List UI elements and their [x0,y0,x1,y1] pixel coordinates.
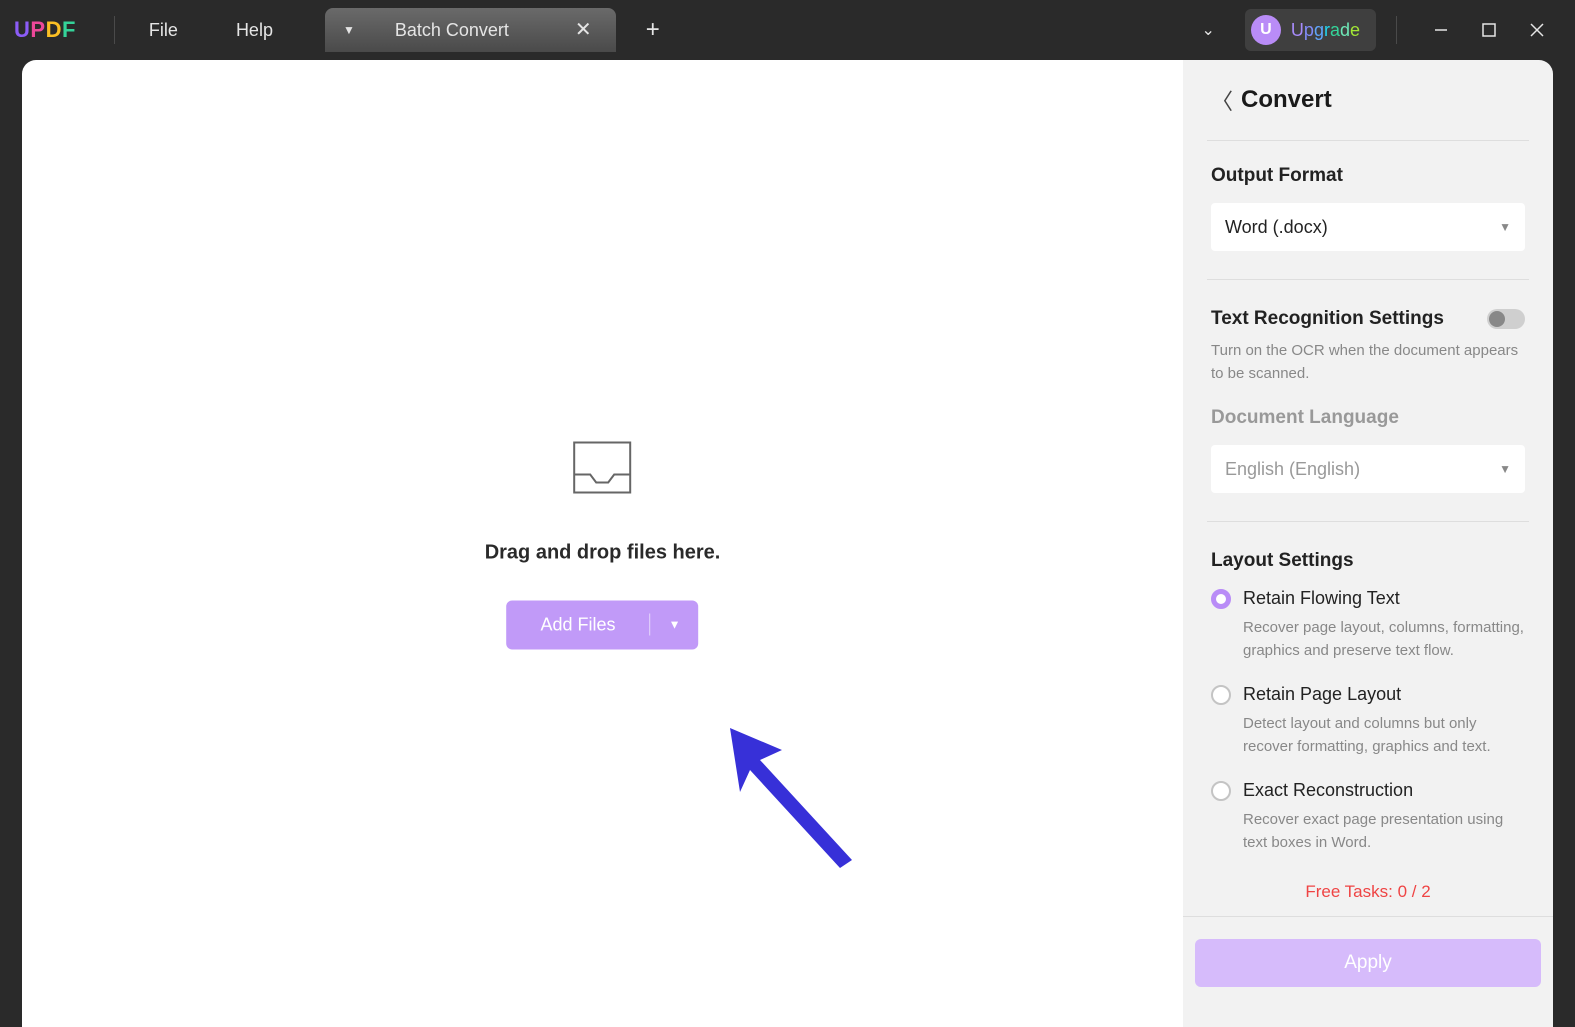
chevron-down-icon: ▼ [1499,462,1511,476]
apply-bar: Apply [1183,916,1553,1009]
output-format-select[interactable]: Word (.docx) ▼ [1211,203,1525,251]
output-format-label: Output Format [1211,165,1525,187]
menu-file[interactable]: File [135,14,192,47]
ocr-toggle[interactable] [1487,309,1525,329]
divider [1207,279,1529,280]
apply-button[interactable]: Apply [1195,939,1541,987]
free-tasks-counter: Free Tasks: 0 / 2 [1211,882,1525,902]
radio-desc: Recover page layout, columns, formatting… [1243,617,1525,662]
radio-desc: Recover exact page presentation using te… [1243,809,1525,854]
radio-desc: Detect layout and columns but only recov… [1243,713,1525,758]
minimize-button[interactable] [1417,12,1465,48]
radio-label: Exact Reconstruction [1243,780,1413,801]
divider [1207,140,1529,141]
ocr-label: Text Recognition Settings [1211,308,1444,330]
maximize-icon [1482,23,1496,37]
tab-label: Batch Convert [395,20,509,41]
convert-panel: 〈 Convert Output Format Word (.docx) ▼ T… [1183,60,1553,1027]
radio-retain-page-layout[interactable]: Retain Page Layout [1211,684,1525,705]
ocr-hint: Turn on the OCR when the document appear… [1211,340,1525,385]
radio-label: Retain Page Layout [1243,684,1401,705]
doc-language-value: English (English) [1225,459,1360,480]
inbox-icon [570,438,634,496]
toggle-knob [1489,311,1505,327]
titlebar: UPDF File Help ▼ Batch Convert ✕ + ⌄ U U… [0,0,1575,60]
drop-text: Drag and drop files here. [485,541,721,564]
panel-title: Convert [1241,86,1332,114]
output-format-value: Word (.docx) [1225,217,1328,238]
chevron-down-icon[interactable]: ▼ [343,23,355,37]
radio-label: Retain Flowing Text [1243,588,1400,609]
close-icon [1530,23,1544,37]
radio-retain-flowing-text[interactable]: Retain Flowing Text [1211,588,1525,609]
radio-icon [1211,685,1231,705]
chevron-down-icon[interactable]: ▼ [651,604,699,646]
divider [1207,521,1529,522]
chevron-down-icon[interactable]: ⌄ [1202,20,1215,40]
minimize-icon [1434,23,1448,37]
add-tab-button[interactable]: + [646,16,660,44]
add-files-label: Add Files [507,600,650,649]
cursor-arrow-icon [722,720,862,870]
chevron-down-icon: ▼ [1499,220,1511,234]
drop-zone: Drag and drop files here. Add Files ▼ [485,438,721,649]
app-logo: UPDF [14,17,76,43]
doc-language-label: Document Language [1211,407,1525,429]
upgrade-label: Upgrade [1291,20,1360,41]
doc-language-select[interactable]: English (English) ▼ [1211,445,1525,493]
back-button[interactable]: 〈 [1211,84,1233,116]
drop-canvas[interactable]: Drag and drop files here. Add Files ▼ [22,60,1183,1027]
add-files-button[interactable]: Add Files ▼ [507,600,699,649]
divider [114,16,115,44]
menu-help[interactable]: Help [222,14,287,47]
radio-icon [1211,589,1231,609]
radio-icon [1211,781,1231,801]
layout-settings-label: Layout Settings [1211,550,1525,572]
close-button[interactable] [1513,12,1561,48]
upgrade-badge: U [1251,15,1281,45]
maximize-button[interactable] [1465,12,1513,48]
close-icon[interactable]: ✕ [569,18,598,42]
upgrade-button[interactable]: U Upgrade [1245,9,1376,51]
radio-exact-reconstruction[interactable]: Exact Reconstruction [1211,780,1525,801]
divider [1396,16,1397,44]
workspace: Drag and drop files here. Add Files ▼ 〈 … [22,60,1553,1027]
tab-batch-convert[interactable]: ▼ Batch Convert ✕ [325,8,616,52]
